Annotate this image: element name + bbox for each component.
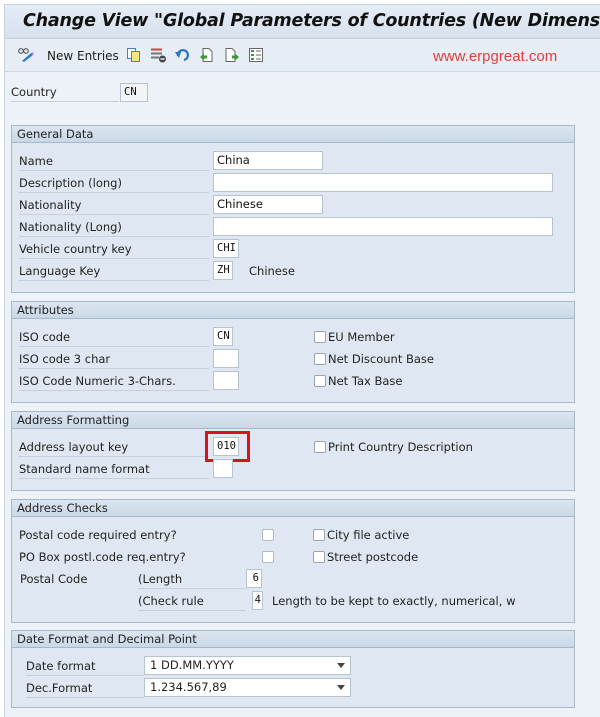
eu-member-checkbox[interactable] [314, 331, 326, 343]
iso-code-label: ISO code [19, 330, 209, 347]
copy-button[interactable] [126, 47, 142, 65]
layout-key-label: Address layout key [19, 440, 209, 457]
print-country-label: Print Country Description [328, 440, 473, 454]
copy-icon [126, 47, 142, 66]
undo-icon [174, 47, 190, 66]
previous-entry-button[interactable] [199, 47, 215, 65]
date-format-dropdown[interactable]: 1 DD.MM.YYYY [144, 656, 351, 675]
country-field: CN [120, 83, 148, 102]
dec-format-dropdown[interactable]: 1.234.567,89 [144, 678, 351, 697]
iso3-field[interactable] [213, 349, 239, 368]
date-format-value: 1 DD.MM.YYYY [150, 658, 234, 672]
iso-numeric-label: ISO Code Numeric 3-Chars. [19, 374, 209, 391]
street-postcode-label: Street postcode [327, 550, 419, 564]
street-postcode-checkbox[interactable] [313, 551, 325, 563]
language-key-label: Language Key [19, 264, 209, 281]
check-rule-field[interactable]: 4 [252, 591, 263, 610]
po-box-checkbox[interactable] [262, 551, 274, 563]
general-data-group: General Data Name China Description (lon… [11, 125, 575, 293]
new-entries-button[interactable]: New Entries [47, 47, 119, 65]
city-file-label: City file active [327, 528, 410, 542]
chevron-down-icon [337, 663, 345, 668]
country-label: Country [11, 85, 119, 102]
select-block-button[interactable] [248, 47, 264, 65]
language-description: Chinese [249, 264, 295, 278]
length-label: (Length [138, 572, 246, 589]
delete-button[interactable] [150, 47, 167, 65]
delete-icon [150, 47, 167, 66]
check-rule-label: (Check rule [138, 594, 246, 611]
vehicle-key-label: Vehicle country key [19, 242, 209, 259]
postal-required-label: Postal code required entry? [19, 528, 177, 542]
iso-code-field[interactable]: CN [213, 327, 233, 346]
highlight-box [205, 431, 250, 462]
name-format-field[interactable] [213, 459, 233, 478]
length-field[interactable]: 6 [246, 569, 262, 588]
date-decimal-title: Date Format and Decimal Point [12, 631, 574, 648]
name-field[interactable]: China [213, 151, 323, 170]
display-change-button[interactable] [17, 47, 35, 65]
attributes-title: Attributes [12, 302, 574, 319]
previous-entry-icon [199, 47, 215, 66]
nationality-field[interactable]: Chinese [213, 195, 323, 214]
name-format-label: Standard name format [19, 462, 209, 479]
po-box-label: PO Box postl.code req.entry? [19, 550, 186, 564]
sap-screen: Change View "Global Parameters of Countr… [4, 4, 600, 717]
date-decimal-group: Date Format and Decimal Point Date forma… [11, 630, 575, 708]
net-tax-checkbox[interactable] [314, 375, 326, 387]
select-block-icon [248, 47, 264, 66]
print-country-checkbox[interactable] [314, 441, 326, 453]
dec-format-value: 1.234.567,89 [150, 680, 227, 694]
next-entry-button[interactable] [224, 47, 240, 65]
application-toolbar: New Entries www.erpgreat.com [5, 40, 600, 72]
net-discount-checkbox[interactable] [314, 353, 326, 365]
address-checks-title: Address Checks [12, 500, 574, 517]
page-title: Change View "Global Parameters of Countr… [23, 11, 600, 31]
net-discount-label: Net Discount Base [328, 352, 434, 366]
name-label: Name [19, 154, 209, 171]
iso-numeric-field[interactable] [213, 371, 239, 390]
language-key-field[interactable]: ZH [213, 261, 233, 280]
description-label: Description (long) [19, 176, 209, 193]
check-rule-description: Length to be kept to exactly, numerical,… [272, 594, 516, 608]
display-change-icon [17, 47, 35, 66]
address-formatting-title: Address Formatting [12, 412, 574, 429]
dec-format-label: Dec.Format [26, 681, 144, 698]
new-entries-label: New Entries [47, 49, 119, 63]
general-data-title: General Data [12, 126, 574, 143]
address-checks-group: Address Checks Postal code required entr… [11, 499, 575, 623]
vehicle-key-field[interactable]: CHI [213, 239, 239, 258]
eu-member-label: EU Member [328, 330, 395, 344]
chevron-down-icon [337, 685, 345, 690]
description-field[interactable] [213, 173, 553, 192]
iso3-label: ISO code 3 char [19, 352, 209, 369]
nationality-label: Nationality [19, 198, 209, 215]
postal-code-label: Postal Code [20, 572, 88, 586]
undo-button[interactable] [174, 47, 190, 65]
address-formatting-group: Address Formatting Address layout key 01… [11, 411, 575, 491]
postal-required-checkbox[interactable] [262, 529, 274, 541]
attributes-group: Attributes ISO code CN ISO code 3 char I… [11, 301, 575, 403]
nationality-long-field[interactable] [213, 217, 553, 236]
date-format-label: Date format [26, 659, 144, 676]
watermark-text: www.erpgreat.com [433, 48, 558, 65]
title-bar: Change View "Global Parameters of Countr… [5, 5, 600, 39]
next-entry-icon [224, 47, 240, 66]
nationality-long-label: Nationality (Long) [19, 220, 209, 237]
city-file-checkbox[interactable] [313, 529, 325, 541]
net-tax-label: Net Tax Base [328, 374, 403, 388]
